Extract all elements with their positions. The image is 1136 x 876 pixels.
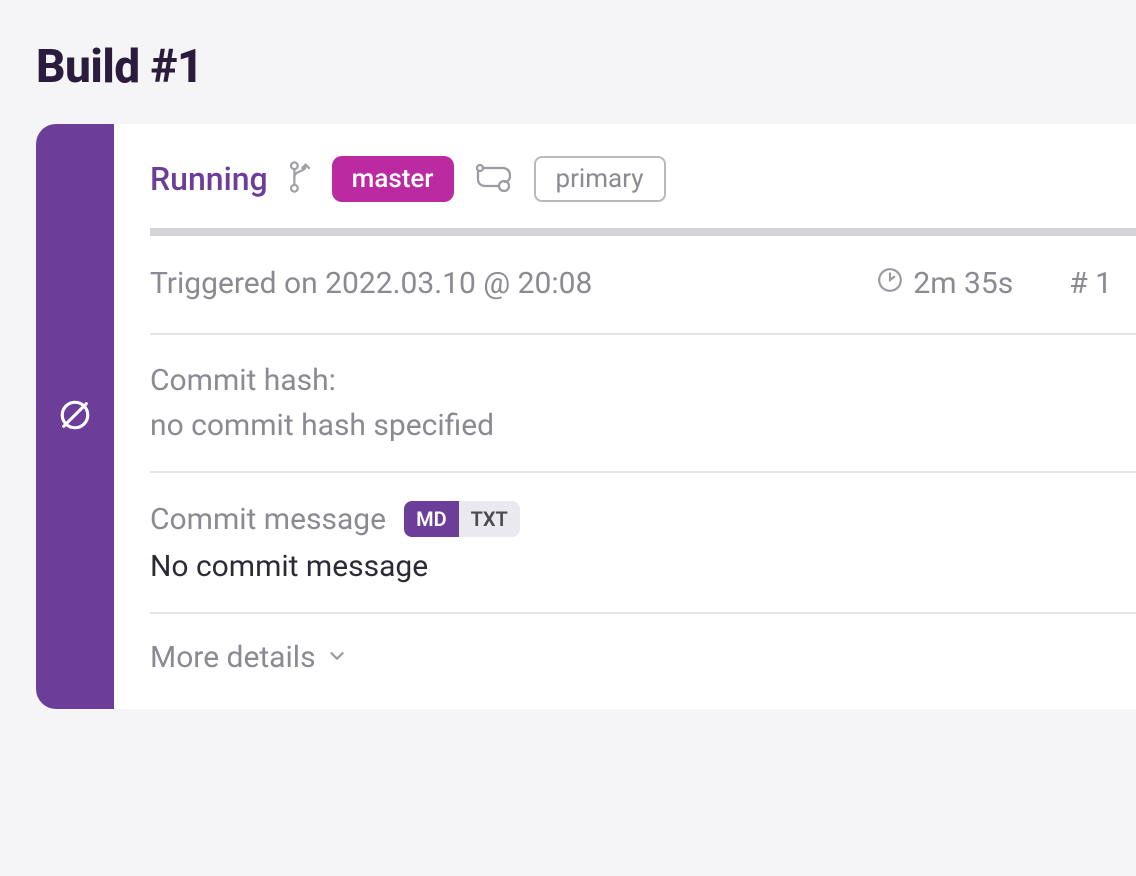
status-row: Running master primary [150, 156, 1136, 228]
workflow-icon [472, 160, 516, 198]
duration-group: 2m 35s [877, 266, 1013, 301]
more-details-label: More details [150, 640, 316, 675]
commit-message-label: Commit message [150, 502, 386, 537]
format-toggle: MD TXT [404, 501, 520, 537]
build-card: Running master primary [36, 124, 1136, 709]
more-details-toggle[interactable]: More details [150, 614, 1136, 679]
status-strip [36, 124, 114, 709]
build-number: # 1 [1069, 266, 1132, 301]
workflow-badge[interactable]: primary [534, 156, 666, 202]
status-label: Running [150, 160, 268, 198]
running-icon [58, 398, 92, 436]
commit-message-value: No commit message [150, 549, 1132, 584]
duration-text: 2m 35s [913, 266, 1013, 301]
triggered-text: Triggered on 2022.03.10 @ 20:08 [150, 266, 821, 301]
meta-row: Triggered on 2022.03.10 @ 20:08 2m 35s #… [150, 236, 1136, 335]
commit-hash-value: no commit hash specified [150, 408, 1132, 443]
branch-icon [286, 159, 314, 199]
toggle-md-button[interactable]: MD [404, 501, 459, 537]
card-body: Running master primary [114, 124, 1136, 709]
toggle-txt-button[interactable]: TXT [459, 501, 520, 537]
page-title: Build #1 [0, 0, 1136, 124]
branch-badge[interactable]: master [332, 156, 454, 202]
clock-icon [877, 266, 903, 301]
commit-hash-section: Commit hash: no commit hash specified [150, 335, 1136, 473]
chevron-down-icon [326, 640, 348, 675]
commit-message-section: Commit message MD TXT No commit message [150, 473, 1136, 614]
commit-hash-label: Commit hash: [150, 363, 1132, 398]
progress-bar [150, 228, 1136, 236]
